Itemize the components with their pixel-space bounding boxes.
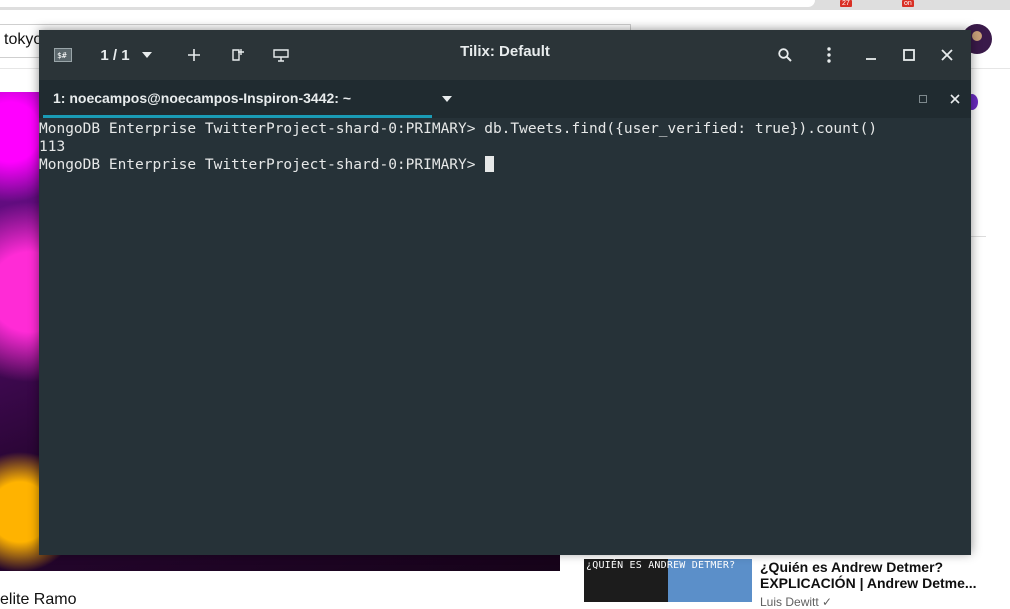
search-button[interactable] [770, 30, 800, 80]
new-window-button[interactable] [223, 30, 253, 80]
menu-icon [827, 47, 831, 63]
sync-input-button[interactable] [266, 30, 296, 80]
maximize-button[interactable] [894, 30, 924, 80]
titlebar: $# 1 / 1 Tilix: Default [39, 30, 971, 80]
maximize-icon [903, 49, 915, 61]
terminal-tab-title[interactable]: 1: noecampos@noecampos-Inspiron-3442: ~ [53, 90, 351, 106]
session-counter: 1 / 1 [100, 46, 130, 64]
tab-close-button[interactable] [945, 80, 965, 118]
tab-maximize-icon [919, 95, 927, 103]
terminal-line: 113 [39, 139, 66, 155]
close-button[interactable] [932, 30, 962, 80]
minimize-icon [866, 58, 876, 60]
terminal-output[interactable]: MongoDB Enterprise TwitterProject-shard-… [39, 118, 971, 555]
search-input-value: tokyo [4, 31, 43, 48]
menu-button[interactable] [814, 30, 844, 80]
notification-badge: 27 [840, 0, 852, 7]
terminal-tab-bar: 1: noecampos@noecampos-Inspiron-3442: ~ [39, 80, 971, 118]
tilix-window: $# 1 / 1 Tilix: Default 1: noecampos@noe… [39, 30, 971, 555]
channel-name[interactable]: Luis Dewitt ✓ [760, 595, 832, 609]
terminal-line: MongoDB Enterprise TwitterProject-shard-… [39, 121, 878, 137]
dropdown-icon [141, 52, 152, 58]
terminal-prompt-line: MongoDB Enterprise TwitterProject-shard-… [39, 156, 971, 174]
tab-dropdown-icon [442, 96, 452, 102]
session-switcher-icon: $# [54, 48, 72, 62]
add-icon [188, 49, 200, 61]
divider [970, 236, 986, 237]
svg-text:$#: $# [57, 51, 67, 60]
thumbnail-caption: ¿QUIÉN ES ANDREW DETMER? [586, 560, 736, 571]
tab-dropdown-button[interactable] [435, 80, 459, 118]
search-icon [778, 48, 792, 62]
session-counter-button[interactable]: 1 / 1 [91, 30, 161, 80]
add-terminal-button[interactable] [179, 30, 209, 80]
new-window-icon [232, 49, 244, 61]
terminal-cursor [485, 156, 495, 172]
terminal-prompt: MongoDB Enterprise TwitterProject-shard-… [39, 157, 485, 173]
sync-input-icon [273, 49, 289, 62]
tab-maximize-button[interactable] [913, 80, 933, 118]
video-title: elite Ramo [0, 591, 77, 608]
tab-close-icon [950, 94, 960, 104]
status-badge: on [902, 0, 914, 7]
session-switcher-button[interactable]: $# [49, 30, 77, 80]
close-icon [941, 49, 953, 61]
video-title-link[interactable]: ¿Quién es Andrew Detmer? EXPLICACIÓN | A… [760, 559, 1000, 591]
browser-tab[interactable] [0, 0, 815, 7]
minimize-button[interactable] [856, 30, 886, 80]
